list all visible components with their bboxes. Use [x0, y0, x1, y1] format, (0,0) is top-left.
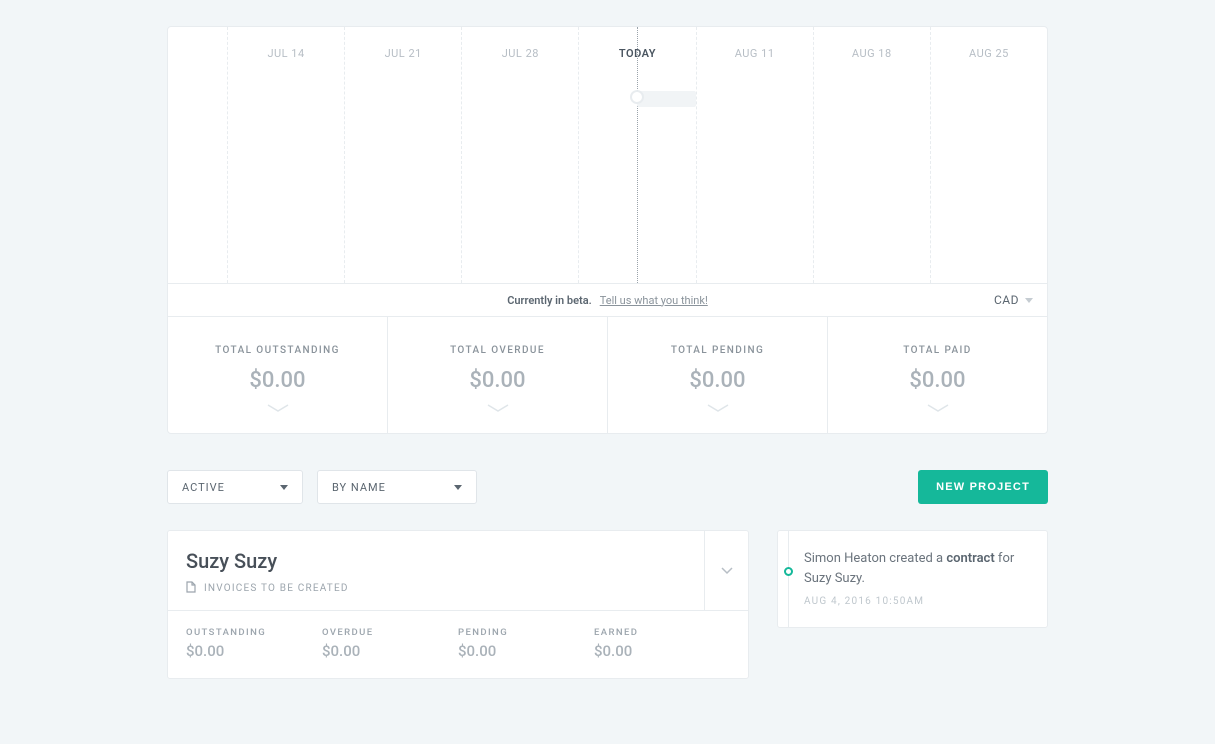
total-cell[interactable]: TOTAL PENDING $0.00 — [608, 317, 828, 433]
project-stat-label: EARNED — [594, 627, 730, 638]
timeline-today-line — [637, 27, 638, 283]
dashboard-panel: JUL 14 JUL 21 JUL 28 TODAY AUG 11 AUG 18 AUG 2… — [167, 26, 1048, 434]
total-value: $0.00 — [608, 368, 827, 393]
new-project-button[interactable]: NEW PROJECT — [918, 470, 1048, 504]
timeline-label: AUG 18 — [852, 47, 892, 60]
status-filter-value: ACTIVE — [182, 481, 225, 494]
timeline-column: JUL 14 — [228, 27, 345, 283]
document-icon — [186, 581, 196, 596]
total-value: $0.00 — [168, 368, 387, 393]
project-stat-value: $0.00 — [186, 642, 322, 660]
sort-filter[interactable]: BY NAME — [317, 470, 477, 504]
status-filter[interactable]: ACTIVE — [167, 470, 303, 504]
project-stats: OUTSTANDING$0.00OVERDUE$0.00PENDING$0.00… — [168, 610, 748, 678]
chevron-down-icon — [1025, 298, 1033, 303]
activity-target: Suzy Suzy. — [804, 571, 865, 586]
project-title: Suzy Suzy — [186, 549, 686, 573]
chevron-down-icon — [486, 403, 510, 413]
activity-rail — [788, 531, 789, 627]
project-stat-value: $0.00 — [322, 642, 458, 660]
beta-strip: Currently in beta. Tell us what you thin… — [168, 283, 1047, 317]
total-label: TOTAL OUTSTANDING — [168, 345, 387, 356]
total-cell[interactable]: TOTAL PAID $0.00 — [828, 317, 1047, 433]
chevron-down-icon — [706, 403, 730, 413]
currency-value: CAD — [994, 293, 1019, 307]
activity-object: contract — [946, 551, 994, 566]
project-stat: OVERDUE $0.00 — [322, 627, 458, 660]
timeline-column: AUG 25 — [931, 27, 1047, 283]
total-label: TOTAL PENDING — [608, 345, 827, 356]
timeline-column: AUG 11 — [697, 27, 814, 283]
total-value: $0.00 — [828, 368, 1047, 393]
project-stat: OUTSTANDING $0.00 — [186, 627, 322, 660]
timeline-label: JUL 14 — [267, 47, 304, 60]
project-expand-toggle[interactable] — [704, 531, 748, 610]
chevron-down-icon — [926, 403, 950, 413]
timeline-column: JUL 21 — [345, 27, 462, 283]
project-stat: EARNED $0.00 — [594, 627, 730, 660]
project-stat-label: PENDING — [458, 627, 594, 638]
beta-feedback-link[interactable]: Tell us what you think! — [600, 294, 708, 307]
project-stat-value: $0.00 — [594, 642, 730, 660]
project-stat-label: OVERDUE — [322, 627, 458, 638]
activity-dot-icon — [784, 567, 793, 576]
chevron-down-icon — [280, 485, 288, 490]
timeline-label: AUG 11 — [735, 47, 775, 60]
project-stat-value: $0.00 — [458, 642, 594, 660]
beta-text: Currently in beta. — [507, 294, 592, 307]
activity-card: Simon Heaton created a contract for Suzy… — [777, 530, 1048, 628]
timeline-column: AUG 18 — [814, 27, 931, 283]
timeline-future-bar — [637, 91, 695, 107]
currency-select[interactable]: CAD — [994, 284, 1033, 316]
filter-row: ACTIVE BY NAME NEW PROJECT — [167, 470, 1048, 504]
activity-actor: Simon Heaton — [804, 551, 886, 566]
chevron-down-icon — [266, 403, 290, 413]
chevron-down-icon — [454, 485, 462, 490]
timeline-column: JUL 28 — [462, 27, 579, 283]
project-stat-label: OUTSTANDING — [186, 627, 322, 638]
totals-row: TOTAL OUTSTANDING $0.00 TOTAL OVERDUE $0.00… — [168, 317, 1047, 433]
timeline-label: JUL 21 — [385, 47, 422, 60]
project-card: Suzy Suzy INVOICES TO BE CREATED — [167, 530, 749, 679]
timeline-spacer — [168, 27, 228, 283]
timeline-column: TODAY — [579, 27, 696, 283]
project-subtitle: INVOICES TO BE CREATED — [204, 583, 349, 594]
total-cell[interactable]: TOTAL OVERDUE $0.00 — [388, 317, 608, 433]
project-stat: PENDING $0.00 — [458, 627, 594, 660]
total-cell[interactable]: TOTAL OUTSTANDING $0.00 — [168, 317, 388, 433]
activity-text: Simon Heaton created a contract for Suzy… — [804, 549, 1029, 588]
total-label: TOTAL OVERDUE — [388, 345, 607, 356]
timeline-label: JUL 28 — [502, 47, 539, 60]
timeline: JUL 14 JUL 21 JUL 28 TODAY AUG 11 AUG 18 AUG 2… — [168, 27, 1047, 283]
total-label: TOTAL PAID — [828, 345, 1047, 356]
timeline-label: AUG 25 — [969, 47, 1009, 60]
total-value: $0.00 — [388, 368, 607, 393]
sort-filter-value: BY NAME — [332, 481, 386, 494]
activity-timestamp: AUG 4, 2016 10:50AM — [804, 594, 1029, 609]
